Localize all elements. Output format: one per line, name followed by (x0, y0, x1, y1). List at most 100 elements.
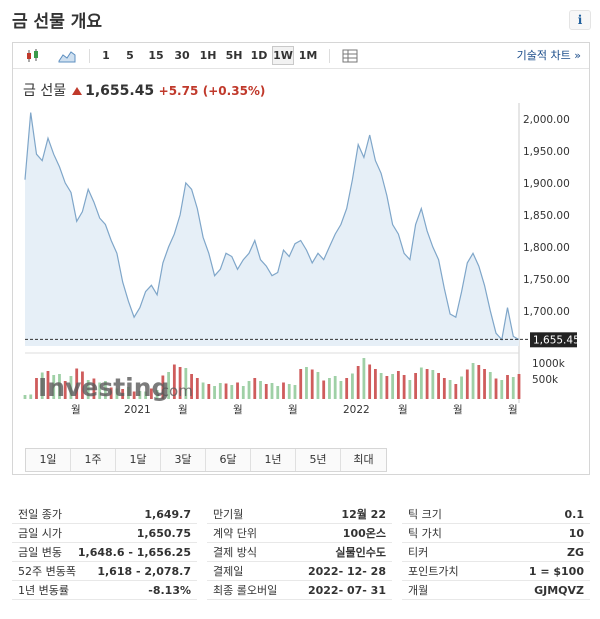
price-chart[interactable]: 1,655.45 2,000.00 1,950.00 1,900.00 1,850.0… (13, 103, 589, 423)
technical-chart-link[interactable]: 기술적 차트 » (517, 43, 581, 68)
range-button[interactable]: 6달 (206, 449, 251, 471)
volume-tick-label: 500k (532, 374, 559, 386)
interval-button[interactable]: 1M (297, 43, 319, 68)
area-chart-icon[interactable] (55, 43, 79, 68)
stat-value: 1,650.75 (136, 527, 191, 540)
stat-value: 0.1 (564, 508, 585, 521)
volume-bar (414, 373, 418, 399)
volume-bar (287, 384, 291, 399)
volume-bar (201, 382, 205, 399)
interval-button[interactable]: 30 (171, 43, 193, 68)
range-button[interactable]: 3달 (161, 449, 206, 471)
x-tick-label: 월 (71, 404, 81, 416)
volume-bar (477, 365, 481, 399)
stat-label: 52주 변동폭 (18, 565, 76, 578)
stat-value: -8.13% (148, 584, 191, 597)
interval-button[interactable]: 1H (197, 43, 219, 68)
interval-button[interactable]: 1 (97, 43, 115, 68)
table-icon[interactable] (339, 43, 361, 68)
volume-bar (437, 373, 440, 399)
range-button[interactable]: 5년 (296, 449, 341, 471)
x-tick-label: 월 (453, 404, 463, 416)
volume-bar (236, 382, 239, 399)
volume-bar (316, 372, 320, 399)
volume-bar (408, 380, 412, 399)
range-button[interactable]: 1달 (116, 449, 161, 471)
volume-bar (460, 376, 463, 399)
toolbar-divider (329, 49, 330, 63)
volume-bar (368, 364, 372, 399)
volume-bar (328, 378, 331, 399)
volume-bar (379, 373, 383, 399)
x-tick-label: 월 (288, 404, 298, 416)
interval-button-active[interactable]: 1W (272, 46, 294, 65)
volume-bar (425, 369, 429, 399)
x-tick-label: 월 (508, 404, 518, 416)
chart-widget: 1 5 15 30 1H 5H 1D 1W 1M 기술적 차트 » 금 선물 1,… (12, 42, 590, 475)
stats-column-2: 만기월 12월 22 계약 단위 100온스 결제 방식 실물인수도 결제일 2022-… (207, 505, 392, 600)
price-change-percent: (+0.35%) (202, 84, 266, 98)
volume-bar (270, 383, 274, 399)
stat-value: 실물인수도 (335, 546, 386, 559)
interval-button[interactable]: 1D (248, 43, 270, 68)
volume-bar (299, 369, 303, 399)
stat-row: 만기월 12월 22 (207, 505, 392, 524)
toolbar-divider (89, 49, 90, 63)
last-price: 1,655.45 (85, 83, 155, 99)
x-tick-label: 월 (178, 404, 188, 416)
volume-tick-label: 1000k (532, 358, 566, 370)
volume-bar (465, 369, 469, 399)
volume-bar (230, 385, 234, 399)
candlestick-icon[interactable] (21, 43, 45, 68)
volume-bar (356, 366, 360, 399)
volume-bar (362, 358, 366, 399)
volume-bar (23, 395, 27, 399)
volume-bar (454, 384, 458, 399)
stat-label: 최종 롤오버일 (213, 584, 278, 597)
stat-label: 금일 시가 (18, 527, 62, 540)
x-tick-label: 월 (233, 404, 243, 416)
current-price-label: 1,655.45 (533, 334, 580, 346)
volume-bar (282, 382, 285, 399)
volume-bar (247, 381, 251, 399)
stat-row: 1년 변동률 -8.13% (12, 581, 197, 600)
range-button[interactable]: 1일 (26, 449, 71, 471)
stat-value: 2022- 07- 31 (307, 584, 386, 597)
stat-value: ZG (566, 546, 584, 559)
stat-label: 금일 변동 (18, 546, 62, 559)
volume-bar (442, 378, 446, 399)
interval-button[interactable]: 5 (121, 43, 139, 68)
stat-row: 개월 GJMQVZ (402, 581, 590, 600)
info-button[interactable]: i (569, 10, 591, 30)
page-title: 금 선물 개요 (12, 12, 103, 32)
volume-bar (471, 363, 475, 399)
volume-bar (488, 372, 492, 399)
y-tick-label: 1,900.00 (523, 178, 570, 190)
volume-bar (448, 380, 452, 399)
volume-bar (351, 373, 354, 399)
interval-button[interactable]: 15 (145, 43, 167, 68)
stat-row: 최종 롤오버일 2022- 07- 31 (207, 581, 392, 600)
volume-bar (419, 367, 423, 399)
stat-row: 틱 가치 10 (402, 524, 590, 543)
investing-watermark-suffix: .com (156, 382, 193, 400)
range-button[interactable]: 최대 (341, 449, 386, 471)
stat-row: 계약 단위 100온스 (207, 524, 392, 543)
y-tick-label: 1,700.00 (523, 306, 570, 318)
stats-column-1: 전일 종가 1,649.7 금일 시가 1,650.75 금일 변동 1,648.6 … (12, 505, 197, 600)
volume-bar (494, 378, 498, 399)
stat-row: 52주 변동폭 1,618 - 2,078.7 (12, 562, 197, 581)
range-button[interactable]: 1주 (71, 449, 116, 471)
interval-button[interactable]: 5H (223, 43, 245, 68)
stat-value: 2022- 12- 28 (307, 565, 386, 578)
stat-label: 결제일 (213, 565, 244, 578)
stat-value: 1,649.7 (144, 508, 191, 521)
volume-bar (511, 377, 515, 399)
range-button[interactable]: 1년 (251, 449, 296, 471)
stat-value: 10 (568, 527, 584, 540)
volume-bar (373, 369, 377, 399)
x-tick-label: 월 (398, 404, 408, 416)
range-selector: 1일 1주 1달 3달 6달 1년 5년 최대 (25, 448, 387, 472)
volume-bar (322, 380, 326, 399)
stat-label: 포인트가치 (408, 565, 459, 578)
